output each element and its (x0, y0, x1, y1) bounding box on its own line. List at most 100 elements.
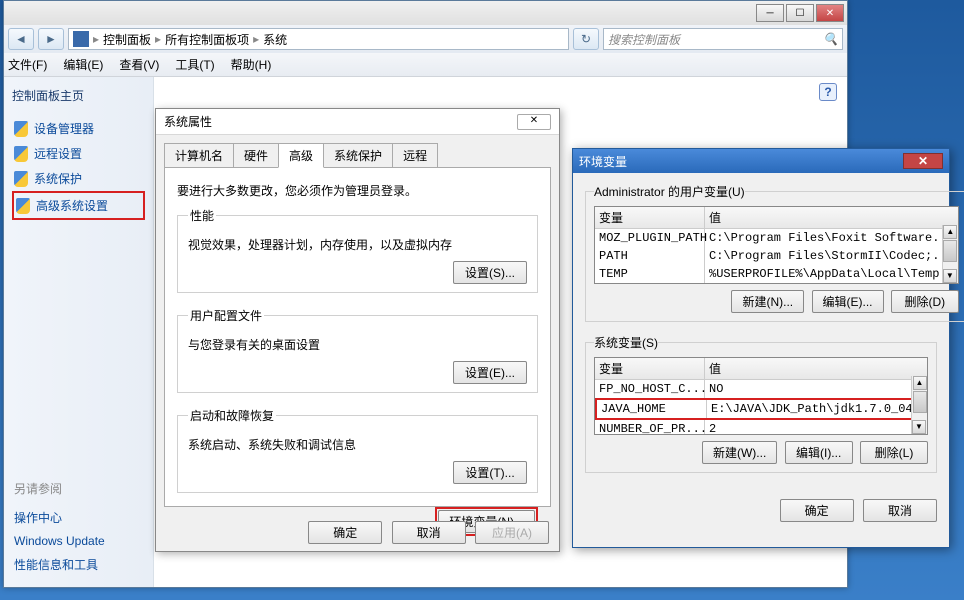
search-placeholder: 搜索控制面板 (608, 31, 823, 48)
cell-val: E:\JAVA\JDK_Path\jdk1.7.0_04 (707, 400, 925, 418)
scroll-thumb[interactable] (943, 240, 957, 262)
window-titlebar: ─ ☐ ✕ (4, 1, 847, 25)
user-vars-list[interactable]: 变量 值 MOZ_PLUGIN_PATHC:\Program Files\Fox… (594, 206, 959, 284)
scroll-up-icon[interactable]: ▲ (913, 376, 927, 390)
back-button[interactable]: ◄ (8, 28, 34, 50)
cell-var: NUMBER_OF_PR... (595, 420, 705, 435)
edit-sys-var-button[interactable]: 编辑(I)... (785, 441, 853, 464)
table-row[interactable]: FP_NO_HOST_C...NO (595, 380, 927, 398)
tab-system-protection[interactable]: 系统保护 (323, 143, 393, 168)
cell-var: MOZ_PLUGIN_PATH (595, 229, 705, 247)
edit-user-var-button[interactable]: 编辑(E)... (812, 290, 884, 313)
new-user-var-button[interactable]: 新建(N)... (731, 290, 804, 313)
list-header: 变量 值 (595, 207, 958, 229)
table-row[interactable]: TMP%USERPROFILE%\AppData\Local\Temp (595, 283, 958, 284)
sidebar-item-sysprotect[interactable]: 系统保护 (12, 166, 145, 191)
apply-button[interactable]: 应用(A) (475, 521, 549, 544)
startup-settings-button[interactable]: 设置(T)... (453, 461, 527, 484)
cancel-button[interactable]: 取消 (392, 521, 466, 544)
delete-user-var-button[interactable]: 删除(D) (891, 290, 959, 313)
address-bar-row: ◄ ► ▸ 控制面板 ▸ 所有控制面板项 ▸ 系统 ↻ 搜索控制面板 🔍 (4, 25, 847, 53)
menu-tools[interactable]: 工具(T) (175, 56, 214, 73)
sidebar-item-label: 高级系统设置 (36, 197, 108, 214)
dialog-title: 环境变量 (579, 153, 903, 170)
close-button[interactable]: ✕ (517, 114, 551, 130)
refresh-button[interactable]: ↻ (573, 28, 599, 50)
sidebar-title[interactable]: 控制面板主页 (12, 87, 145, 104)
cancel-button[interactable]: 取消 (863, 499, 937, 522)
dialog-buttons: 确定 取消 (573, 495, 949, 532)
delete-sys-var-button[interactable]: 删除(L) (860, 441, 928, 464)
perf-settings-button[interactable]: 设置(S)... (453, 261, 527, 284)
footer-link-windows-update[interactable]: Windows Update (14, 534, 105, 548)
sidebar-item-advanced[interactable]: 高级系统设置 (12, 191, 145, 220)
footer-header: 另请参阅 (14, 480, 105, 497)
scroll-thumb[interactable] (913, 391, 927, 413)
sys-vars-list[interactable]: 变量 值 FP_NO_HOST_C...NO JAVA_HOMEE:\JAVA\… (594, 357, 928, 435)
menu-file[interactable]: 文件(F) (8, 56, 47, 73)
close-button[interactable]: ✕ (816, 4, 844, 22)
menu-bar: 文件(F) 编辑(E) 查看(V) 工具(T) 帮助(H) (4, 53, 847, 77)
table-row[interactable]: MOZ_PLUGIN_PATHC:\Program Files\Foxit So… (595, 229, 958, 247)
sidebar-item-remote[interactable]: 远程设置 (12, 141, 145, 166)
scroll-down-icon[interactable]: ▼ (943, 269, 957, 283)
profile-settings-button[interactable]: 设置(E)... (453, 361, 527, 384)
maximize-button[interactable]: ☐ (786, 4, 814, 22)
shield-icon (14, 146, 28, 162)
scroll-down-icon[interactable]: ▼ (912, 420, 926, 434)
scrollbar[interactable]: ▲▼ (911, 376, 927, 434)
footer-link-perf-info[interactable]: 性能信息和工具 (14, 556, 105, 573)
menu-help[interactable]: 帮助(H) (231, 56, 272, 73)
system-properties-dialog: 系统属性 ✕ 计算机名 硬件 高级 系统保护 远程 要进行大多数更改，您必须作为… (155, 108, 560, 552)
help-icon[interactable]: ? (819, 83, 837, 101)
table-row[interactable]: PATHC:\Program Files\StormII\Codec;... (595, 247, 958, 265)
group-label: Administrator 的用户变量(U) (594, 183, 745, 200)
sidebar: 控制面板主页 设备管理器 远程设置 系统保护 高级系统设置 另请参阅 操作中心 … (4, 77, 154, 587)
footer-link-action-center[interactable]: 操作中心 (14, 509, 105, 526)
shield-icon (14, 171, 28, 187)
col-variable[interactable]: 变量 (595, 358, 705, 379)
col-value[interactable]: 值 (705, 358, 927, 379)
env-vars-dialog: 环境变量 ✕ Administrator 的用户变量(U) 变量 值 MOZ_P… (572, 148, 950, 548)
breadcrumb-item[interactable]: 所有控制面板项 (165, 31, 249, 48)
menu-edit[interactable]: 编辑(E) (63, 56, 103, 73)
section-title: 用户配置文件 (188, 307, 264, 324)
cell-val: NO (705, 380, 927, 398)
section-title: 启动和故障恢复 (188, 407, 276, 424)
profile-section: 用户配置文件 与您登录有关的桌面设置 设置(E)... (177, 307, 538, 393)
tab-strip: 计算机名 硬件 高级 系统保护 远程 (164, 143, 551, 168)
tab-content: 要进行大多数更改，您必须作为管理员登录。 性能 视觉效果，处理器计划，内存使用，… (164, 167, 551, 507)
col-value[interactable]: 值 (705, 207, 958, 228)
table-row[interactable]: NUMBER_OF_PR...2 (595, 420, 927, 435)
close-button[interactable]: ✕ (903, 153, 943, 169)
breadcrumb-item[interactable]: 系统 (263, 31, 287, 48)
table-row-javahome[interactable]: JAVA_HOMEE:\JAVA\JDK_Path\jdk1.7.0_04 (595, 398, 927, 420)
search-input[interactable]: 搜索控制面板 🔍 (603, 28, 843, 50)
menu-view[interactable]: 查看(V) (119, 56, 159, 73)
dialog-titlebar: 环境变量 ✕ (573, 149, 949, 173)
tab-advanced[interactable]: 高级 (278, 143, 324, 168)
sys-vars-group: 系统变量(S) 变量 值 FP_NO_HOST_C...NO JAVA_HOME… (585, 334, 937, 473)
forward-button[interactable]: ► (38, 28, 64, 50)
search-icon[interactable]: 🔍 (823, 32, 838, 46)
user-vars-group: Administrator 的用户变量(U) 变量 值 MOZ_PLUGIN_P… (585, 183, 937, 322)
minimize-button[interactable]: ─ (756, 4, 784, 22)
breadcrumb[interactable]: ▸ 控制面板 ▸ 所有控制面板项 ▸ 系统 (68, 28, 569, 50)
breadcrumb-item[interactable]: 控制面板 (103, 31, 151, 48)
chevron-right-icon: ▸ (251, 32, 261, 46)
list-header: 变量 值 (595, 358, 927, 380)
new-sys-var-button[interactable]: 新建(W)... (702, 441, 777, 464)
table-row[interactable]: TEMP%USERPROFILE%\AppData\Local\Temp (595, 265, 958, 283)
startup-section: 启动和故障恢复 系统启动、系统失败和调试信息 设置(T)... (177, 407, 538, 493)
intro-text: 要进行大多数更改，您必须作为管理员登录。 (177, 182, 538, 199)
sidebar-item-device-mgr[interactable]: 设备管理器 (12, 116, 145, 141)
ok-button[interactable]: 确定 (308, 521, 382, 544)
ok-button[interactable]: 确定 (780, 499, 854, 522)
scroll-up-icon[interactable]: ▲ (943, 225, 957, 239)
tab-computer-name[interactable]: 计算机名 (164, 143, 234, 168)
tab-remote[interactable]: 远程 (392, 143, 438, 168)
tab-hardware[interactable]: 硬件 (233, 143, 279, 168)
sidebar-item-label: 设备管理器 (34, 120, 94, 137)
col-variable[interactable]: 变量 (595, 207, 705, 228)
scrollbar[interactable]: ▲▼ (942, 225, 958, 283)
